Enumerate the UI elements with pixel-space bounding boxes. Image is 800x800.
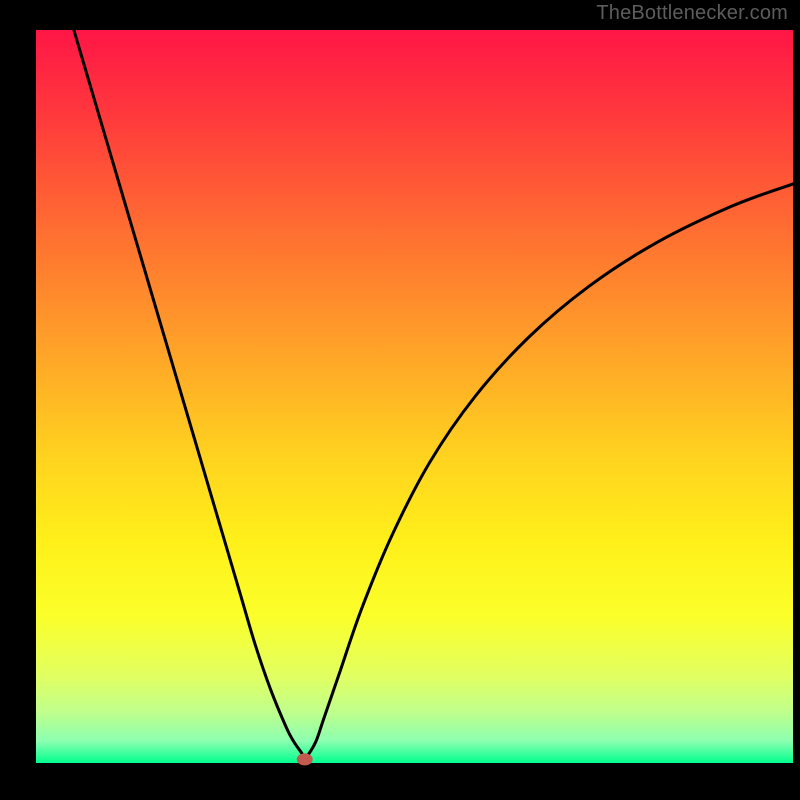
minimum-marker (297, 753, 313, 765)
plot-background (36, 30, 793, 763)
bottleneck-chart: TheBottlenecker.com (0, 0, 800, 800)
chart-canvas (0, 0, 800, 800)
attribution-label: TheBottlenecker.com (596, 2, 788, 25)
